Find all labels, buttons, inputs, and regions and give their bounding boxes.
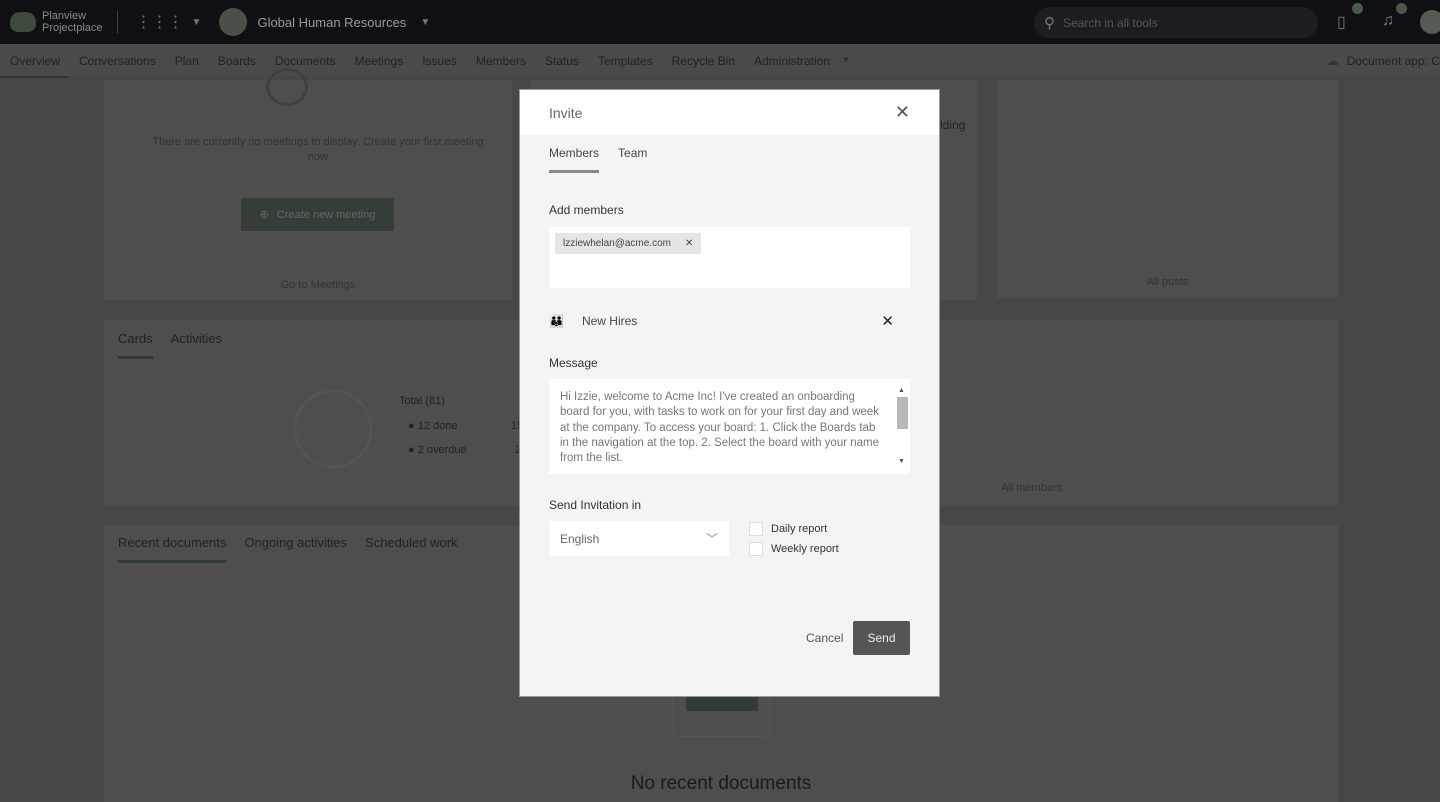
user-avatar[interactable] (1420, 10, 1440, 34)
posts-panel: All posts (997, 80, 1338, 298)
tab-conversations[interactable]: Conversations (79, 44, 156, 78)
tab-meetings[interactable]: Meetings (355, 44, 404, 78)
logo-text: Planview (42, 10, 87, 22)
cancel-button[interactable]: Cancel (806, 631, 843, 645)
message-label: Message (549, 356, 598, 370)
send-invitation-label: Send Invitation in (549, 498, 642, 512)
tab-activities[interactable]: Activities (171, 331, 222, 359)
workspace-chevron-down-icon[interactable]: ▼ (420, 17, 430, 28)
checkbox[interactable] (749, 522, 763, 536)
team-row: 👪 New Hires ✕ (549, 312, 894, 330)
notification-badge (1352, 3, 1363, 14)
workspace-avatar[interactable] (219, 8, 248, 36)
remove-team-icon[interactable]: ✕ (881, 312, 894, 330)
meetings-panel: There are currently no meetings to displ… (104, 68, 512, 300)
tab-ongoing-activities[interactable]: Ongoing activities (244, 535, 347, 563)
workspace-name[interactable]: Global Human Resources (257, 15, 406, 30)
tab-status[interactable]: Status (545, 44, 579, 78)
logo-text: Projectplace (42, 22, 103, 34)
book-icon[interactable]: ▯ (1337, 12, 1346, 32)
chevron-down-icon: ﹀ (705, 532, 718, 546)
tab-overview[interactable]: Overview (0, 44, 70, 78)
chevron-down-icon[interactable]: ▼ (192, 17, 202, 28)
tab-templates[interactable]: Templates (598, 44, 653, 78)
go-to-meetings-link[interactable]: Go to Meetings (104, 279, 532, 291)
cards-overdue: 2 overdue (417, 444, 467, 456)
planview-logo-icon (10, 12, 36, 32)
tab-members[interactable]: Members (476, 44, 526, 78)
tab-members[interactable]: Members (549, 146, 600, 173)
language-select[interactable]: English ﹀ (549, 521, 729, 556)
scroll-up-icon[interactable]: ▲ (898, 383, 905, 398)
member-chip: lzziewhelan@acme.com ✕ (555, 233, 702, 254)
search-placeholder: Search in all tools (1063, 15, 1158, 30)
tab-boards[interactable]: Boards (218, 44, 256, 78)
main-nav: Overview Conversations Plan Boards Docum… (0, 44, 1440, 78)
all-posts-link[interactable]: All posts (997, 276, 1338, 288)
apps-grid-icon[interactable]: ⋮⋮⋮ (136, 12, 184, 32)
team-icon: 👪 (549, 314, 564, 328)
weekly-report-checkbox[interactable]: Weekly report (749, 542, 839, 556)
clock-icon (266, 68, 308, 106)
modal-title: Invite (549, 104, 583, 121)
chevron-down-icon[interactable]: ▼ (841, 55, 851, 66)
message-textarea[interactable]: Hi Izzie, welcome to Acme Inc! I've crea… (549, 379, 910, 474)
scrollbar[interactable]: ▲ ▼ (896, 383, 908, 469)
tab-recycle-bin[interactable]: Recycle Bin (672, 44, 735, 78)
language-value: English (560, 531, 600, 546)
partial-text: lding (940, 118, 966, 132)
team-name: New Hires (581, 314, 638, 328)
tab-cards[interactable]: Cards (118, 331, 153, 359)
divider (116, 11, 118, 33)
checkbox[interactable] (749, 542, 763, 556)
remove-chip-icon[interactable]: ✕ (685, 238, 693, 249)
document-app-label: Document app: C (1346, 54, 1440, 68)
add-members-label: Add members (549, 203, 624, 217)
empty-meetings-text: There are currently no meetings to displ… (152, 136, 484, 163)
notification-badge (1396, 3, 1407, 14)
search-input[interactable]: ⚲ Search in all tools (1034, 7, 1318, 38)
daily-report-checkbox[interactable]: Daily report (749, 522, 827, 536)
tab-recent-documents[interactable]: Recent documents (118, 535, 227, 563)
top-bar: Planview Projectplace ⋮⋮⋮ ▼ Global Human … (0, 0, 1440, 44)
weekly-report-label: Weekly report (771, 543, 839, 555)
tab-administration[interactable]: Administration (754, 44, 830, 78)
cards-donut-chart (294, 390, 372, 468)
tab-plan[interactable]: Plan (175, 44, 199, 78)
search-icon: ⚲ (1044, 14, 1055, 32)
create-meeting-label: Create new meeting (276, 208, 376, 221)
invite-modal: Invite ✕ Members Team Add members lzziewhe… (520, 90, 939, 696)
logo[interactable]: Planview Projectplace (10, 10, 103, 34)
cloud-icon: ☁ (1326, 54, 1339, 68)
tab-team[interactable]: Team (618, 146, 647, 173)
all-members-link[interactable]: All members (1001, 482, 1062, 494)
message-text: Hi Izzie, welcome to Acme Inc! I've crea… (560, 391, 880, 465)
scrollbar-thumb[interactable] (897, 397, 908, 429)
daily-report-label: Daily report (771, 523, 828, 535)
create-new-meeting-button[interactable]: ⊕ Create new meeting (241, 198, 394, 231)
document-app[interactable]: ☁ Document app: C (1327, 44, 1440, 78)
tab-issues[interactable]: Issues (422, 44, 457, 78)
scroll-down-icon[interactable]: ▼ (898, 454, 905, 469)
send-button[interactable]: Send (853, 621, 910, 655)
add-members-input[interactable]: lzziewhelan@acme.com ✕ (549, 227, 910, 288)
close-icon[interactable]: ✕ (895, 102, 910, 123)
cards-total: Total (81) (399, 395, 445, 407)
member-email: lzziewhelan@acme.com (563, 238, 671, 249)
plus-circle-icon: ⊕ (259, 209, 269, 221)
bell-icon[interactable]: ♫ (1382, 12, 1394, 30)
no-documents-text: No recent documents (630, 773, 812, 794)
tab-scheduled-work[interactable]: Scheduled work (365, 535, 458, 563)
cards-done: 12 done (417, 420, 458, 432)
